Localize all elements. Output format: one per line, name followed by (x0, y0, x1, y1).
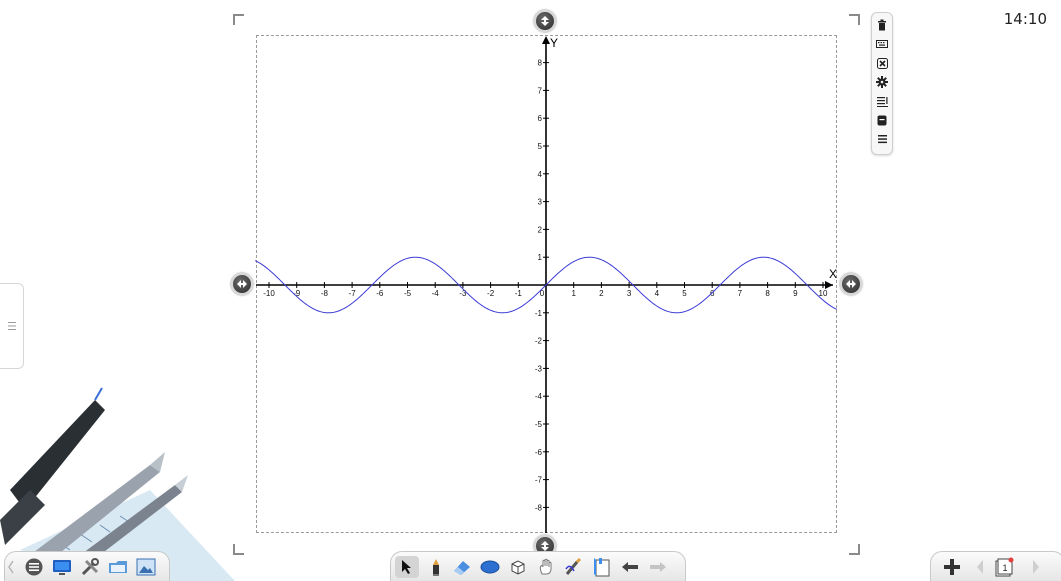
next-page-icon[interactable] (1025, 556, 1047, 578)
text-list-icon[interactable] (874, 93, 890, 109)
x-tick-label: 4 (655, 289, 660, 298)
y-tick-label: 4 (538, 170, 543, 179)
x-tick-label: -10 (263, 289, 275, 298)
x-tick-label: -2 (487, 289, 495, 298)
y-tick-label: -7 (535, 476, 543, 485)
resize-left-handle[interactable] (231, 273, 253, 295)
y-tick-label: 2 (538, 225, 543, 234)
menu-icon[interactable] (874, 131, 890, 147)
y-tick-label: 1 (538, 253, 543, 262)
chevron-left-icon[interactable] (5, 556, 17, 578)
x-tick-label: -7 (349, 289, 357, 298)
side-panel-grip-icon (7, 322, 16, 330)
x-tick-label: -8 (321, 289, 329, 298)
side-panel-tab[interactable] (0, 283, 24, 369)
image-icon[interactable] (135, 556, 157, 578)
resize-top-handle[interactable] (534, 10, 556, 32)
page-number-icon[interactable]: 1 (993, 556, 1015, 578)
tools-icon[interactable] (79, 556, 101, 578)
magic-pen-icon[interactable] (563, 556, 585, 578)
y-tick-label: 5 (538, 142, 543, 151)
x-tick-label: 2 (599, 289, 604, 298)
y-tick-label: -1 (535, 309, 543, 318)
function-graph: XY-10 -9 -8 -7 -6 -5 -4 -3 -2 -1 0 1 2 3 4 5 6 7 8 9 1087654… (254, 36, 838, 533)
menu-icon[interactable] (23, 556, 45, 578)
x-tick-label: 1 (571, 289, 576, 298)
pointer-icon[interactable] (395, 556, 419, 578)
trash-icon[interactable] (874, 17, 890, 33)
x-tick-label: 8 (765, 289, 770, 298)
cube-icon[interactable] (507, 556, 529, 578)
x-axis-arrow-icon (825, 281, 833, 289)
folder-icon[interactable] (107, 556, 129, 578)
x-tick-label: -5 (404, 289, 412, 298)
keyboard-icon[interactable] (874, 36, 890, 52)
svg-text:1: 1 (1002, 563, 1007, 573)
x-tick-label: -3 (459, 289, 467, 298)
prev-page-icon[interactable] (969, 556, 991, 578)
x-tick-label: 3 (627, 289, 632, 298)
drawing-toolbar (390, 551, 686, 581)
x-tick-label: 10 (819, 289, 828, 298)
pen-icon[interactable] (425, 556, 447, 578)
page-icon[interactable] (874, 112, 890, 128)
object-toolbar (871, 12, 893, 155)
x-tick-label: -1 (515, 289, 523, 298)
page-toolbar: 1 (930, 551, 1061, 581)
y-tick-label: 7 (538, 86, 543, 95)
y-axis-arrow-icon (542, 36, 550, 44)
x-tick-label: 7 (738, 289, 743, 298)
y-tick-label: -6 (535, 448, 543, 457)
close-box-icon[interactable] (874, 55, 890, 71)
redo-icon[interactable] (647, 556, 669, 578)
add-page-icon[interactable] (941, 556, 963, 578)
y-tick-label: -2 (535, 337, 543, 346)
x-tick-label: -4 (432, 289, 440, 298)
x-tick-label: 5 (682, 289, 687, 298)
gear-icon[interactable] (874, 74, 890, 90)
y-tick-label: 3 (538, 198, 543, 207)
x-axis-label: X (829, 267, 837, 281)
x-tick-label: -6 (376, 289, 384, 298)
x-tick-label: 9 (793, 289, 798, 298)
y-axis-label: Y (550, 36, 558, 50)
undo-icon[interactable] (619, 556, 641, 578)
y-tick-label: -3 (535, 364, 543, 373)
resize-right-handle[interactable] (840, 273, 862, 295)
main-toolbar-left (4, 551, 170, 581)
y-tick-label: -5 (535, 420, 543, 429)
y-tick-label: -8 (535, 503, 543, 512)
y-tick-label: -4 (535, 392, 543, 401)
y-tick-label: 8 (538, 59, 543, 68)
page-flip-icon[interactable] (591, 556, 613, 578)
eraser-icon[interactable] (451, 556, 473, 578)
hand-icon[interactable] (535, 556, 557, 578)
y-tick-label: 6 (538, 114, 543, 123)
monitor-icon[interactable] (51, 556, 73, 578)
ellipse-icon[interactable] (479, 556, 501, 578)
